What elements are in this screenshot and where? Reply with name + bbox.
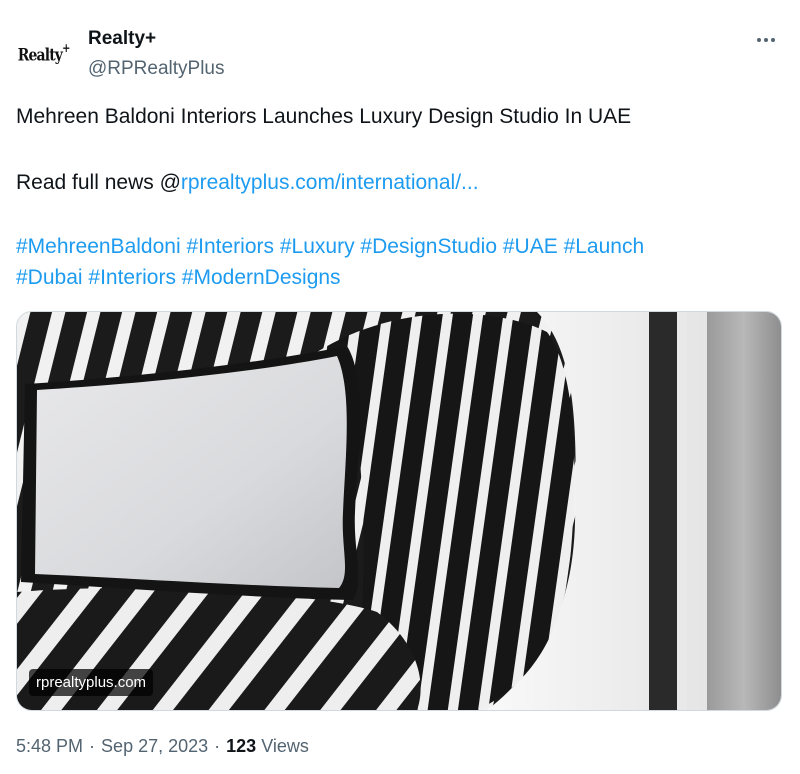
hashtag-link[interactable]: #MehreenBaldoni (16, 235, 181, 258)
read-prefix: Read full news @ (16, 171, 181, 194)
hashtag-link[interactable]: #ModernDesigns (182, 266, 341, 289)
tweet-time[interactable]: 5:48 PM (16, 736, 83, 756)
article-link[interactable]: rprealtyplus.com/international/... (181, 171, 479, 194)
link-domain-badge[interactable]: rprealtyplus.com (29, 669, 154, 696)
hashtags-line-1: #MehreenBaldoni #Interiors #Luxury #Desi… (16, 234, 644, 260)
separator: · (214, 736, 221, 756)
hashtag-link[interactable]: #Dubai (16, 266, 83, 289)
media-image[interactable]: rprealtyplus.com (16, 311, 782, 711)
hashtag-link[interactable]: #Launch (564, 235, 645, 258)
hashtag-link[interactable]: #Luxury (280, 235, 355, 258)
views-label: Views (261, 736, 309, 756)
tweet-date[interactable]: Sep 27, 2023 (101, 736, 208, 756)
tweet-card: Realty+ Realty+ @RPRealtyPlus Mehreen Ba… (0, 0, 800, 774)
hashtag-link[interactable]: #Interiors (186, 235, 274, 258)
hashtag-link[interactable]: #DesignStudio (360, 235, 497, 258)
more-options-icon[interactable] (752, 28, 780, 52)
user-handle[interactable]: @RPRealtyPlus (88, 58, 225, 80)
read-more-line: Read full news @rprealtyplus.com/interna… (16, 170, 479, 196)
avatar[interactable]: Realty+ (16, 32, 72, 76)
avatar-logo: Realty+ (18, 40, 71, 66)
tweet-meta: 5:48 PM · Sep 27, 2023 · 123 Views (16, 736, 309, 757)
tweet-headline: Mehreen Baldoni Interiors Launches Luxur… (16, 105, 632, 128)
display-name[interactable]: Realty+ (88, 28, 156, 50)
views-count: 123 (226, 736, 257, 756)
striped-armchair-photo (17, 312, 781, 710)
hashtag-link[interactable]: #UAE (503, 235, 558, 258)
separator: · (89, 736, 96, 756)
hashtag-link[interactable]: #Interiors (88, 266, 176, 289)
hashtags-line-2: #Dubai #Interiors #ModernDesigns (16, 265, 341, 291)
